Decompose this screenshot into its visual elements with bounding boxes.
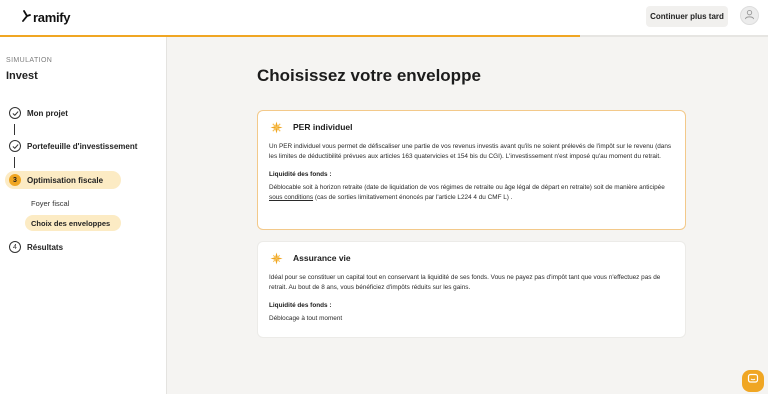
step-connector: [14, 124, 15, 135]
card-title: Assurance vie: [293, 253, 351, 263]
substep-foyer-fiscal[interactable]: Foyer fiscal: [31, 199, 69, 208]
user-avatar[interactable]: [740, 6, 759, 25]
chat-icon: [747, 372, 759, 390]
step-label: Résultats: [27, 242, 64, 252]
ramify-logo-icon: [22, 9, 31, 25]
step-portefeuille[interactable]: Portefeuille d'investissement: [9, 140, 137, 152]
card-description: Un PER individuel vous permet de défisca…: [269, 143, 672, 160]
liquidity-label: Liquidité des fonds :: [269, 171, 332, 178]
sidebar-section-label: SIMULATION: [6, 57, 53, 64]
step-optimisation-fiscale[interactable]: 3 Optimisation fiscale: [9, 174, 103, 186]
envelope-card-per[interactable]: PER individuel Un PER individuel vous pe…: [257, 110, 686, 230]
liquidity-text-end: (cas de sorties limitativement énoncés p…: [313, 194, 513, 201]
step-label: Optimisation fiscale: [27, 175, 104, 185]
envelope-card-assurance-vie[interactable]: Assurance vie Idéal pour se constituer u…: [257, 241, 686, 338]
continue-later-button[interactable]: Continuer plus tard: [646, 6, 728, 27]
step-number-badge: 3: [9, 174, 21, 186]
card-description: Idéal pour se constituer un capital tout…: [269, 274, 661, 291]
step-number-badge: 4: [9, 241, 21, 253]
check-icon: [9, 107, 21, 119]
card-title: PER individuel: [293, 122, 353, 132]
user-icon: [744, 7, 755, 25]
sparkle-icon: [269, 251, 283, 265]
substep-choix-enveloppes[interactable]: Choix des enveloppes: [31, 219, 110, 228]
sidebar-title: Invest: [6, 70, 38, 82]
step-mon-projet[interactable]: Mon projet: [9, 107, 68, 119]
liquidity-text: Déblocable soit à horizon retraite (date…: [269, 183, 674, 203]
top-bar: ramify Continuer plus tard: [0, 0, 768, 36]
liquidity-label: Liquidité des fonds :: [269, 302, 332, 309]
logo-text: ramify: [33, 9, 71, 25]
sparkle-icon: [269, 120, 283, 134]
step-resultats[interactable]: 4 Résultats: [9, 241, 63, 253]
conditions-link[interactable]: sous conditions: [269, 194, 313, 201]
step-connector: [14, 157, 15, 168]
step-label: Portefeuille d'investissement: [27, 141, 138, 151]
ramify-logo[interactable]: ramify: [22, 9, 71, 25]
check-icon: [9, 140, 21, 152]
liquidity-text: Déblocage à tout moment: [269, 315, 343, 322]
step-label: Mon projet: [27, 108, 68, 118]
chat-button[interactable]: [742, 370, 764, 392]
sidebar: SIMULATION Invest Mon projet Portefeuill…: [0, 37, 167, 394]
page-title: Choisissez votre enveloppe: [257, 66, 481, 85]
liquidity-text-start: Déblocable soit à horizon retraite (date…: [269, 184, 665, 191]
